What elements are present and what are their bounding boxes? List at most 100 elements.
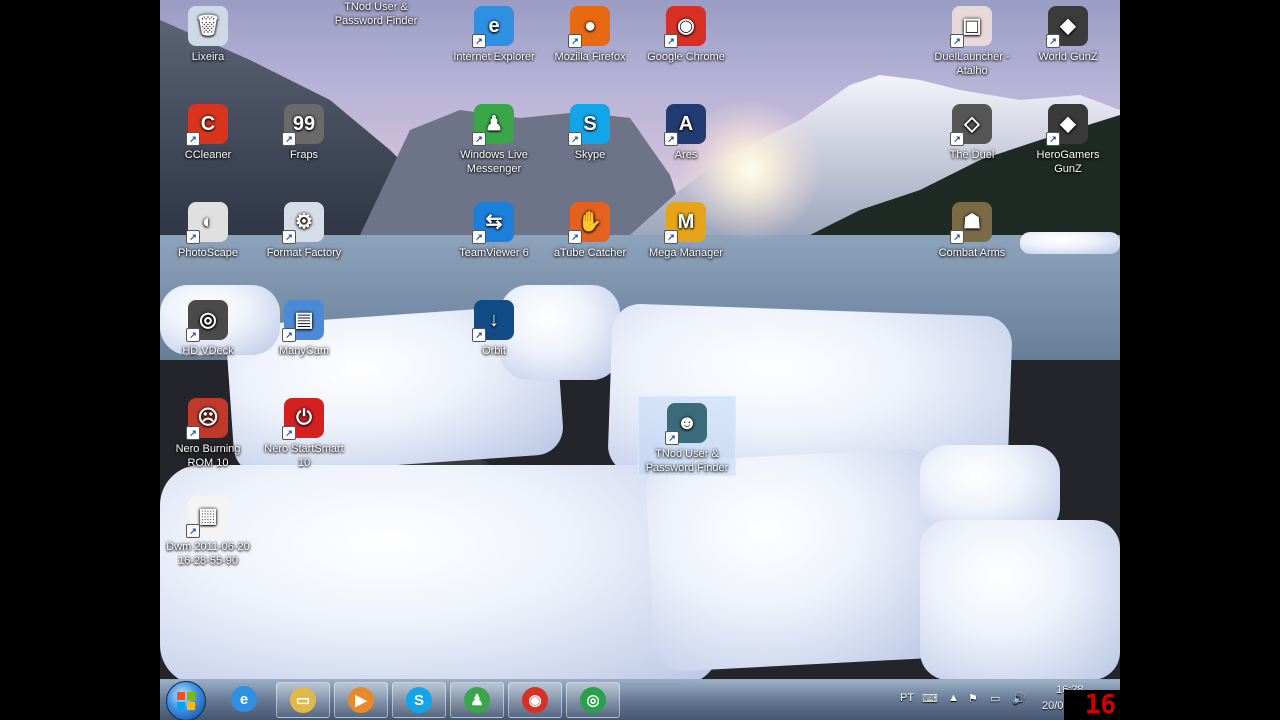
taskbar-button-skype[interactable]: S	[392, 682, 446, 718]
taskbar-button-media[interactable]: ▶	[334, 682, 388, 718]
duel-launcher-icon: ▣ ↗	[950, 6, 992, 48]
shortcut-arrow-icon: ↗	[950, 34, 964, 48]
desktop-icon-label: Google Chrome	[647, 51, 725, 63]
desktop-icon-world-gunz[interactable]: ◆ ↗ World GunZ	[1020, 0, 1116, 64]
desktop-icon-label: Format Factory	[266, 247, 342, 259]
ice-block	[644, 447, 946, 673]
world-gunz-icon: ◆ ↗	[1046, 6, 1088, 48]
shortcut-arrow-icon: ↗	[1046, 34, 1060, 48]
desktop-icon-label: Orbit	[482, 345, 506, 357]
desktop-icon-hdvdeck[interactable]: ◎ ↗ HD VDeck	[160, 294, 256, 358]
shortcut-arrow-icon: ↗	[664, 132, 678, 146]
desktop-icon-label: Mozilla Firefox	[554, 51, 626, 63]
shortcut-arrow-icon: ↗	[186, 132, 200, 146]
shortcut-arrow-icon: ↗	[665, 431, 679, 445]
hd-vdeck-icon: ◎ ↗	[186, 300, 228, 342]
nero-startsmart-icon: ⏻ ↗	[282, 398, 324, 440]
desktop-icon-nero-smart[interactable]: ⏻ ↗ Nero StartSmart 10	[256, 392, 352, 470]
shortcut-arrow-icon: ↗	[664, 230, 678, 244]
shortcut-arrow-icon: ↗	[568, 34, 582, 48]
shortcut-arrow-icon: ↗	[472, 328, 486, 342]
desktop-icon-label: Lixeira	[191, 51, 225, 63]
desktop-icon-label: HeroGamers GunZ	[1036, 149, 1100, 175]
desktop-icon-wlm[interactable]: ♟ ↗ Windows Live Messenger	[446, 98, 542, 176]
shortcut-arrow-icon: ↗	[1046, 132, 1060, 146]
desktop-icon-chrome[interactable]: ◉ ↗ Google Chrome	[638, 0, 734, 64]
shortcut-arrow-icon: ↗	[186, 328, 200, 342]
start-button[interactable]	[166, 681, 206, 720]
desktop-icon-format-factory[interactable]: ⚙ ↗ Format Factory	[256, 196, 352, 260]
shortcut-arrow-icon: ↗	[186, 524, 200, 538]
desktop-icon-mega[interactable]: M ↗ Mega Manager	[638, 196, 734, 260]
avi-file-icon: ▦ ↗	[186, 496, 228, 538]
herogamers-gunz-icon: ◆ ↗	[1046, 104, 1088, 146]
desktop-icon-recycle[interactable]: 🗑 Lixeira	[160, 0, 256, 64]
ice-floes	[1020, 232, 1120, 254]
desktop-icon-firefox[interactable]: ● ↗ Mozilla Firefox	[542, 0, 638, 64]
messenger-icon: ♟	[464, 687, 490, 713]
folder-icon: ▭	[290, 687, 316, 713]
desktop-icon-orbit[interactable]: ↓ ↗ Orbit	[446, 294, 542, 358]
recycle-bin-icon: 🗑	[188, 6, 228, 46]
desktop-icon-dwm[interactable]: ▦ ↗ Dwm 2011-06-20 16-28-55-90	[160, 490, 256, 568]
shortcut-arrow-icon: ↗	[472, 34, 486, 48]
taskbar-button-messenger[interactable]: ♟	[450, 682, 504, 718]
taskbar-button-ie[interactable]: e	[218, 682, 270, 716]
action-center-flag-icon[interactable]: ⚑	[968, 692, 978, 705]
manycam-icon: ▤ ↗	[282, 300, 324, 342]
internet-explorer-icon: e ↗	[472, 6, 514, 48]
taskbar-button-explorer[interactable]: ▭	[276, 682, 330, 718]
desktop-icon-label: CCleaner	[184, 149, 232, 161]
desktop-icon-ie[interactable]: e ↗ Internet Explorer	[446, 0, 542, 64]
keyboard-icon[interactable]: ⌨	[922, 692, 938, 705]
desktop-icon-the-duel[interactable]: ◇ ↗ The Duel	[924, 98, 1020, 162]
ares-icon: A ↗	[664, 104, 706, 146]
language-indicator[interactable]: PT	[900, 692, 914, 704]
desktop-icon-label: TNod User & Password Finder	[334, 1, 418, 27]
taskbar-button-chrome[interactable]: ◉	[508, 682, 562, 718]
shortcut-arrow-icon: ↗	[472, 132, 486, 146]
desktop-icon-nero[interactable]: ☹ ↗ Nero Burning ROM 10	[160, 392, 256, 470]
tnod-icon: ☻ ↗	[665, 403, 707, 445]
shortcut-arrow-icon: ↗	[950, 132, 964, 146]
photoscape-icon: ◐ ↗	[186, 202, 228, 244]
shortcut-arrow-icon: ↗	[472, 230, 486, 244]
desktop-icon-duel-launcher[interactable]: ▣ ↗ DuelLauncher - Atalho	[924, 0, 1020, 78]
red-frame-counter: 16	[1064, 690, 1120, 720]
volume-icon[interactable]: 🔊	[1012, 692, 1026, 705]
internet-explorer-icon: e	[231, 686, 257, 712]
desktop-icon-teamviewer[interactable]: ⇆ ↗ TeamViewer 6	[446, 196, 542, 260]
desktop-icon-combat-arms[interactable]: ☗ ↗ Combat Arms	[924, 196, 1020, 260]
desktop-icon-label: Skype	[574, 149, 606, 161]
desktop-icon-skype[interactable]: S ↗ Skype	[542, 98, 638, 162]
desktop-icon-ccleaner[interactable]: C ↗ CCleaner	[160, 98, 256, 162]
desktop-icon-ares[interactable]: A ↗ Ares	[638, 98, 734, 162]
desktop-icon-tnod-sel[interactable]: ☻ ↗ TNod User & Password Finder	[638, 396, 736, 476]
shortcut-arrow-icon: ↗	[186, 426, 200, 440]
fraps-icon: 99 ↗	[282, 104, 324, 146]
desktop-icon-label: Nero Burning ROM 10	[175, 443, 241, 469]
ccleaner-icon: C ↗	[186, 104, 228, 146]
desktop-icon-herogamers[interactable]: ◆ ↗ HeroGamers GunZ	[1020, 98, 1116, 176]
the-duel-icon: ◇ ↗	[950, 104, 992, 146]
desktop-icon-photoscape[interactable]: ◐ ↗ PhotoScape	[160, 196, 256, 260]
show-hidden-icons-icon[interactable]: ▲	[948, 692, 959, 704]
desktop-icon-atube[interactable]: ✋ ↗ aTube Catcher	[542, 196, 638, 260]
mega-manager-icon: M ↗	[664, 202, 706, 244]
desktop-icon-label: Dwm 2011-06-20 16-28-55-90	[166, 541, 250, 567]
desktop-icon-tnod-top[interactable]: ☻↗TNod User & Password Finder	[328, 0, 424, 28]
desktop-icon-manycam[interactable]: ▤ ↗ ManyCam	[256, 294, 352, 358]
taskbar-button-orbit[interactable]: ◎	[566, 682, 620, 718]
desktop-icon-label: TNod User & Password Finder	[645, 448, 729, 474]
desktop-icon-label: HD VDeck	[182, 345, 234, 357]
desktop-icon-fraps[interactable]: 99 ↗ Fraps	[256, 98, 352, 162]
network-icon[interactable]: ▭	[990, 692, 1000, 705]
orbit-icon: ↓ ↗	[472, 300, 514, 342]
shortcut-arrow-icon: ↗	[282, 426, 296, 440]
desktop[interactable]: 🗑 Lixeira ☻↗ TNod User & Password Finder e↗I…	[160, 0, 1120, 720]
atube-catcher-icon: ✋ ↗	[568, 202, 610, 244]
desktop-icon-label: Windows Live Messenger	[460, 149, 528, 175]
skype-icon: S ↗	[568, 104, 610, 146]
desktop-icon-label: Nero StartSmart 10	[264, 443, 344, 469]
messenger-icon: ♟ ↗	[472, 104, 514, 146]
